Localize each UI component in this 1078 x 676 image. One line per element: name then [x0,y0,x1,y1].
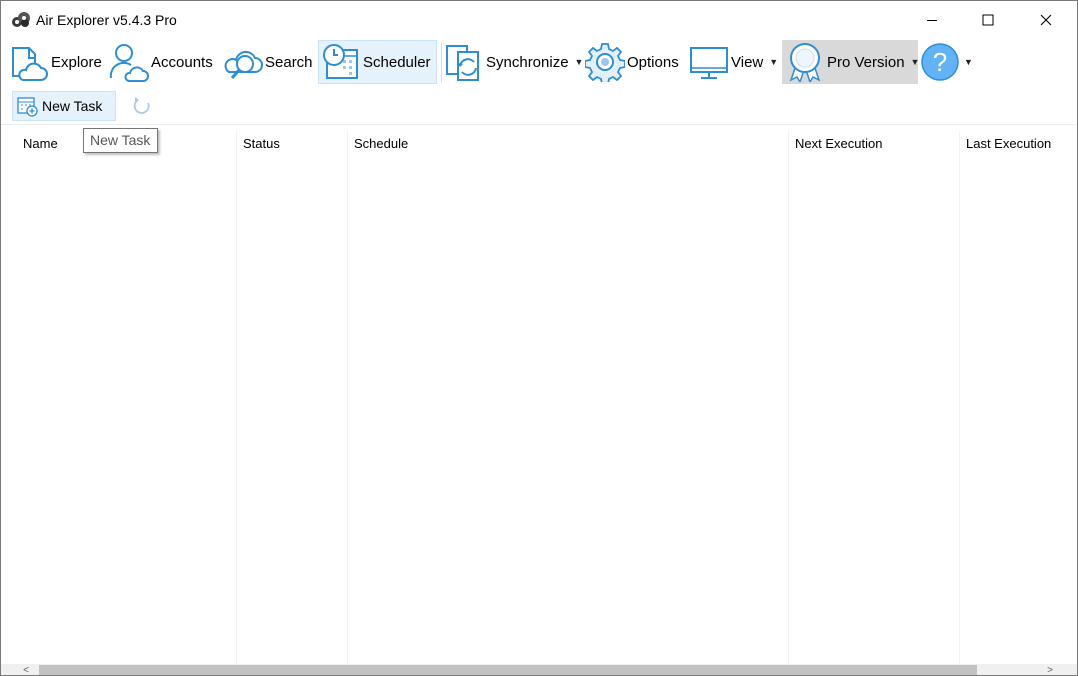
toolbar-explore-button[interactable]: Explore [9,40,102,84]
column-header-status[interactable]: Status [243,136,280,151]
column-divider[interactable] [788,131,789,664]
help-icon: ? [921,43,959,81]
gear-icon [585,43,625,82]
monitor-icon [690,47,728,79]
svg-text:?: ? [933,47,947,77]
scrollbar-thumb[interactable] [39,665,977,675]
toolbar-synchronize-label: Synchronize [486,53,569,71]
toolbar-view-button[interactable]: View ▼ [689,40,778,84]
column-header-next-execution[interactable]: Next Execution [795,136,882,151]
toolbar-view-label: View [731,53,764,71]
toolbar-accounts-button[interactable]: Accounts [109,40,213,84]
accounts-user-icon [109,44,149,82]
toolbar-explore-label: Explore [51,53,102,71]
scroll-left-icon[interactable]: < [17,664,35,675]
close-button[interactable] [1023,1,1069,39]
main-toolbar: Explore Accounts Search Scheduler Synchr… [1,39,1077,85]
toolbar-scheduler-label: Scheduler [363,53,431,71]
maximize-button[interactable] [965,1,1011,39]
app-window: Air Explorer v5.4.3 Pro Explore Accounts… [0,0,1078,676]
toolbar-options-button[interactable]: Options [585,40,679,84]
new-task-tooltip: New Task [83,128,158,153]
toolbar-help-button[interactable]: ? ▼ [920,40,973,84]
chevron-down-icon: ▼ [769,57,779,67]
chevron-down-icon: ▼ [574,57,584,67]
title-bar[interactable]: Air Explorer v5.4.3 Pro [1,1,1077,39]
toolbar-separator [441,43,442,83]
scheduler-clock-icon [323,44,358,79]
toolbar-synchronize-button[interactable]: Synchronize ▼ [444,40,583,84]
maximize-icon [982,14,994,26]
explore-cloud-icon [12,47,48,81]
toolbar-scheduler-button[interactable]: Scheduler [318,40,437,84]
column-divider[interactable] [236,131,237,664]
new-task-button[interactable]: New Task [12,91,116,121]
ribbon-badge-icon [789,43,821,82]
toolbar-options-label: Options [627,53,679,71]
minimize-icon [927,20,937,21]
column-header-name[interactable]: Name [23,136,58,151]
refresh-icon[interactable] [131,95,153,117]
scheduler-toolbar: New Task [1,85,1077,125]
toolbar-pro-version-label: Pro Version [827,53,905,71]
horizontal-scrollbar[interactable]: < > [1,664,1077,675]
close-icon [1040,14,1052,26]
new-task-label: New Task [42,98,103,114]
search-cloud-icon [224,50,263,79]
toolbar-accounts-label: Accounts [151,53,213,71]
chevron-down-icon: ▼ [964,57,973,67]
toolbar-pro-version-button[interactable]: Pro Version ▼ [782,40,920,84]
synchronize-icon [446,45,479,81]
toolbar-search-button[interactable]: Search [223,40,313,84]
scroll-right-icon[interactable]: > [1041,664,1059,675]
minimize-button[interactable] [909,1,955,39]
table-header: Name Status Schedule Next Execution Last… [1,126,1077,160]
toolbar-search-label: Search [265,53,313,71]
new-task-icon [17,97,38,117]
column-header-last-execution[interactable]: Last Execution [966,136,1051,151]
chevron-down-icon: ▼ [910,57,920,67]
app-logo-icon [12,12,30,27]
column-divider[interactable] [347,131,348,664]
column-divider[interactable] [959,131,960,664]
column-header-schedule[interactable]: Schedule [354,136,408,151]
window-title: Air Explorer v5.4.3 Pro [36,12,177,28]
